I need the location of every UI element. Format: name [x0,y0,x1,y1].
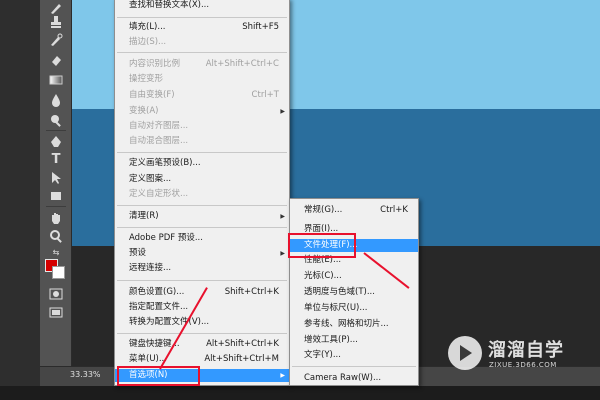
watermark-title: 溜溜自学 [488,340,564,361]
zoom-level[interactable]: 33.33% [70,370,101,379]
menu-item-adobe-pdf-presets[interactable]: Adobe PDF 预设... [115,232,289,245]
zoom-icon[interactable] [48,228,64,244]
menu-separator [292,366,416,367]
menu-item-define-brush[interactable]: 定义画笔预设(B)... [115,157,289,170]
menu-item-presets[interactable]: 预设 ▶ [115,247,289,260]
menu-separator [117,152,287,153]
quick-mask-icon[interactable] [48,286,64,302]
screen-mode-icon[interactable] [48,304,64,320]
shape-icon[interactable] [48,188,64,204]
menu-item-free-transform[interactable]: 自由变换(F) Ctrl+T [115,89,289,102]
edit-menu: 查找和替换文本(X)... 填充(L)... Shift+F5 描边(S)...… [114,0,290,386]
menu-item-transform[interactable]: 变换(A) ▶ [115,105,289,118]
menu-item-auto-align-layers[interactable]: 自动对齐图层... [115,120,289,133]
type-icon[interactable]: T [48,152,64,168]
submenu-item-camera-raw[interactable]: Camera Raw(W)... [290,372,418,385]
path-select-icon[interactable] [48,170,64,186]
menu-item-fill[interactable]: 填充(L)... Shift+F5 [115,21,289,34]
menu-item-convert-to-profile[interactable]: 转换为配置文件(V)... [115,316,289,329]
toolbar-divider [46,206,66,207]
watermark-play-icon [448,336,482,370]
menu-separator [117,205,287,206]
preferences-submenu: 常规(G)... Ctrl+K 界面(I)... 文件处理(F)... 性能(E… [289,198,419,386]
menu-item-define-custom-shape[interactable]: 定义自定形状... [115,188,289,201]
menu-item-find-replace[interactable]: 查找和替换文本(X)... [115,0,289,12]
left-panel-background [0,0,40,400]
menu-separator [117,333,287,334]
menu-item-define-pattern[interactable]: 定义图案... [115,173,289,186]
watermark-url: ZIXUE.3D66.COM [489,361,557,369]
submenu-arrow-icon: ▶ [280,108,285,115]
annotation-box-preferences [117,366,200,386]
submenu-item-guides-grid-slices[interactable]: 参考线、网格和切片... [290,318,418,331]
history-brush-icon[interactable] [48,32,64,48]
hand-icon[interactable] [48,210,64,226]
menu-item-remote-connections[interactable]: 远程连接... [115,262,289,275]
menu-separator [117,52,287,53]
menu-separator [117,227,287,228]
bottom-strip [0,386,600,400]
gradient-icon[interactable] [48,72,64,88]
submenu-item-plugins[interactable]: 增效工具(P)... [290,334,418,347]
eraser-icon[interactable] [48,52,64,68]
dodge-icon[interactable] [48,112,64,128]
menu-item-menus[interactable]: 菜单(U)... Alt+Shift+Ctrl+M [115,353,289,366]
watermark-logo: 溜溜自学 ZIXUE.3D66.COM [448,336,572,376]
submenu-item-type[interactable]: 文字(Y)... [290,349,418,362]
submenu-arrow-icon: ▶ [280,372,285,379]
submenu-arrow-icon: ▶ [280,250,285,257]
menu-item-stroke[interactable]: 描边(S)... [115,36,289,49]
submenu-arrow-icon: ▶ [280,213,285,220]
menu-item-auto-blend-layers[interactable]: 自动混合图层... [115,135,289,148]
submenu-item-general[interactable]: 常规(G)... Ctrl+K [290,204,418,217]
menu-item-content-aware-scale[interactable]: 内容识别比例 Alt+Shift+Ctrl+C [115,58,289,71]
background-color-swatch[interactable] [52,266,65,279]
blur-icon[interactable] [48,92,64,108]
menu-item-keyboard-shortcuts[interactable]: 键盘快捷键... Alt+Shift+Ctrl+K [115,338,289,351]
submenu-item-units-rulers[interactable]: 单位与标尺(U)... [290,302,418,315]
menu-item-assign-profile[interactable]: 指定配置文件... [115,301,289,314]
menu-separator [117,280,287,281]
menu-item-puppet-warp[interactable]: 操控变形 [115,73,289,86]
menu-separator [117,17,287,18]
tools-panel: T ⇆ [40,0,72,386]
submenu-item-transparency-gamut[interactable]: 透明度与色域(T)... [290,286,418,299]
annotation-box-file-handling [288,233,356,258]
menu-item-purge[interactable]: 清理(R) ▶ [115,210,289,223]
pen-icon[interactable] [48,134,64,150]
toolbar-divider [46,130,66,131]
stamp-icon[interactable] [48,14,64,30]
